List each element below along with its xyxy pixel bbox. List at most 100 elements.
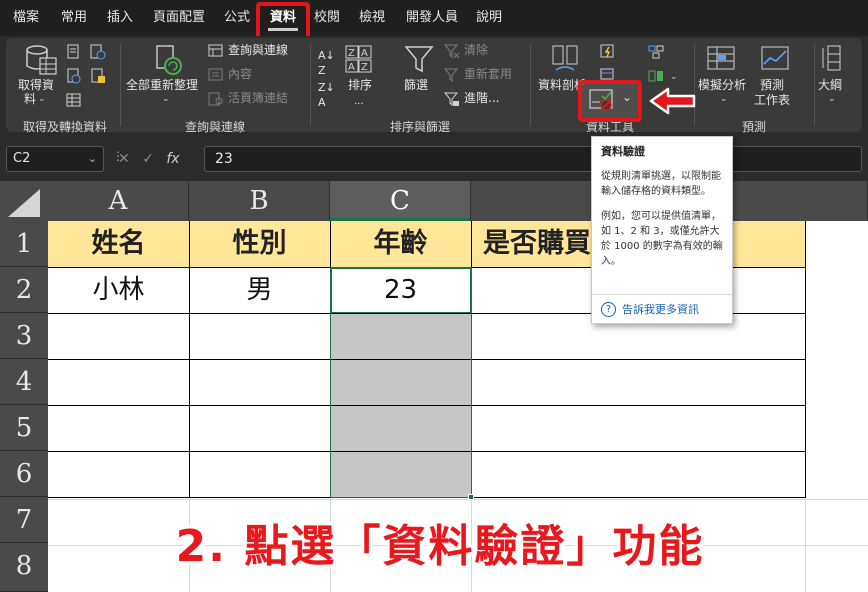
table-border bbox=[330, 221, 331, 497]
recent-sources-icon[interactable] bbox=[90, 44, 106, 60]
table-border bbox=[48, 497, 806, 498]
column-header-c[interactable]: C bbox=[330, 181, 471, 221]
gridline bbox=[48, 499, 868, 500]
tab-page-layout[interactable]: 頁面配置 bbox=[147, 0, 211, 36]
row-header-5[interactable]: 5 bbox=[0, 405, 48, 451]
table-border bbox=[805, 221, 806, 497]
forecast-sheet-label[interactable]: 預測 bbox=[760, 78, 784, 93]
row-header-2[interactable]: 2 bbox=[0, 267, 48, 313]
chevron-down-icon[interactable]: ⌄ bbox=[828, 94, 836, 104]
what-if-analysis-icon[interactable] bbox=[706, 44, 738, 74]
insert-function-icon[interactable]: fx bbox=[166, 151, 179, 167]
tab-home[interactable]: 常用 bbox=[54, 0, 94, 36]
tab-help[interactable]: 說明 bbox=[470, 0, 508, 36]
get-data-label-2[interactable]: 料 bbox=[24, 92, 36, 107]
tab-file[interactable]: 檔案 bbox=[6, 0, 46, 36]
refresh-all-label[interactable]: 全部重新整理 bbox=[126, 78, 198, 93]
formula-controls: ✕ ✓ fx bbox=[118, 146, 198, 172]
cell-b2[interactable]: 男 bbox=[189, 267, 330, 313]
row-header-8[interactable]: 8 bbox=[0, 543, 48, 592]
tab-view[interactable]: 檢視 bbox=[352, 0, 392, 36]
properties-icon bbox=[208, 68, 223, 81]
select-all-button[interactable] bbox=[0, 181, 48, 221]
data-validation-highlight bbox=[578, 80, 642, 122]
group-separator bbox=[530, 44, 531, 126]
filter-label[interactable]: 篩選 bbox=[404, 78, 428, 93]
get-data-icon[interactable] bbox=[24, 44, 58, 76]
tell-me-more-link[interactable]: ? 告訴我更多資訊 bbox=[601, 301, 699, 317]
svg-text:A: A bbox=[348, 62, 355, 73]
outline-label[interactable]: 大綱 bbox=[818, 78, 842, 93]
chevron-down-icon[interactable]: ⌄ bbox=[162, 94, 170, 104]
queries-connections-icon[interactable] bbox=[208, 44, 224, 58]
get-data-label[interactable]: 取得資 bbox=[18, 78, 54, 93]
tab-review[interactable]: 校閱 bbox=[308, 0, 346, 36]
advanced-label[interactable]: 進階... bbox=[464, 91, 499, 106]
flash-fill-icon[interactable] bbox=[600, 44, 616, 60]
row-header-7[interactable]: 7 bbox=[0, 497, 48, 543]
refresh-all-icon[interactable] bbox=[154, 44, 184, 76]
relationships-icon[interactable] bbox=[648, 68, 664, 84]
clear-filter-icon bbox=[444, 44, 460, 59]
svg-text:Z: Z bbox=[361, 62, 368, 73]
row-header-4[interactable]: 4 bbox=[0, 359, 48, 405]
table-border bbox=[471, 221, 472, 497]
sort-icon[interactable]: Z A A Z bbox=[344, 44, 374, 76]
tell-me-more-label[interactable]: 告訴我更多資訊 bbox=[622, 301, 699, 317]
instruction-caption: 2. 點選「資料驗證」功能 bbox=[175, 521, 705, 572]
text-to-columns-icon[interactable] bbox=[550, 44, 580, 74]
outline-icon[interactable] bbox=[820, 44, 846, 74]
group-label-get-transform: 取得及轉換資料 bbox=[22, 120, 107, 134]
tab-formulas[interactable]: 公式 bbox=[218, 0, 256, 36]
svg-text:Z: Z bbox=[348, 48, 355, 59]
from-text-icon[interactable] bbox=[66, 44, 82, 60]
row-header-3[interactable]: 3 bbox=[0, 313, 48, 359]
table-border bbox=[48, 451, 806, 452]
group-separator bbox=[310, 44, 311, 126]
tab-insert[interactable]: 插入 bbox=[100, 0, 140, 36]
name-box-value[interactable]: C2 bbox=[13, 151, 30, 166]
row-header-6[interactable]: 6 bbox=[0, 451, 48, 497]
from-table-icon[interactable] bbox=[66, 92, 82, 108]
name-box[interactable]: C2 ⌄ bbox=[6, 146, 104, 172]
chevron-down-icon[interactable]: ⌄ bbox=[88, 147, 97, 171]
red-arrow-icon bbox=[649, 87, 696, 115]
chevron-down-icon[interactable]: ⌄ bbox=[38, 94, 46, 104]
consolidate-icon[interactable] bbox=[648, 44, 664, 60]
column-header-b[interactable]: B bbox=[189, 181, 330, 221]
advanced-filter-icon[interactable] bbox=[444, 91, 460, 107]
help-icon[interactable]: ? bbox=[601, 301, 616, 317]
forecast-sheet-icon[interactable] bbox=[760, 44, 790, 74]
cell-c1[interactable]: 年齡 bbox=[330, 221, 471, 267]
tooltip-body-2: 例如，您可以提供值清單，如 1、2 和 3，或僅允許大於 1000 的數字為有效… bbox=[601, 211, 723, 267]
sort-za-icon[interactable]: Z↓ A bbox=[318, 80, 335, 110]
tooltip-title: 資料驗證 bbox=[601, 145, 645, 158]
cell-c2[interactable]: 23 bbox=[330, 267, 471, 313]
table-border bbox=[48, 405, 806, 406]
reapply-label: 重新套用 bbox=[464, 67, 513, 81]
chevron-down-icon[interactable]: ⌄ bbox=[670, 72, 678, 82]
data-validation-tooltip: 資料驗證 從規則清單挑選，以限制能輸入儲存格的資料類型。 例如，您可以提供值清單… bbox=[591, 136, 733, 324]
cell-a2[interactable]: 小林 bbox=[48, 267, 189, 313]
edit-links-label: 活頁簿連結 bbox=[228, 91, 289, 105]
table-border bbox=[189, 221, 190, 497]
formula-input[interactable]: 23 bbox=[204, 146, 862, 172]
cell-a1[interactable]: 姓名 bbox=[48, 221, 189, 267]
from-web-icon[interactable] bbox=[66, 68, 82, 84]
tab-developer[interactable]: 開發人員 bbox=[400, 0, 464, 36]
properties-label: 內容 bbox=[228, 67, 253, 81]
row-header-1[interactable]: 1 bbox=[0, 221, 48, 267]
existing-connections-icon[interactable] bbox=[90, 68, 106, 84]
what-if-label[interactable]: 模擬分析 bbox=[698, 78, 746, 93]
chevron-down-icon[interactable]: ⌄ bbox=[720, 94, 728, 104]
fill-handle[interactable] bbox=[468, 494, 474, 500]
cell-b1[interactable]: 性別 bbox=[189, 221, 330, 267]
sort-az-icon[interactable]: A↓ Z bbox=[318, 48, 335, 78]
sort-label[interactable]: 排序 bbox=[348, 78, 372, 93]
queries-connections-label[interactable]: 查詢與連線 bbox=[228, 43, 288, 58]
enter-icon[interactable]: ✓ bbox=[142, 151, 154, 167]
column-header-a[interactable]: A bbox=[48, 181, 189, 221]
cancel-icon[interactable]: ✕ bbox=[118, 151, 130, 167]
filter-icon[interactable] bbox=[404, 44, 434, 74]
forecast-sheet-label-2[interactable]: 工作表 bbox=[754, 93, 790, 108]
